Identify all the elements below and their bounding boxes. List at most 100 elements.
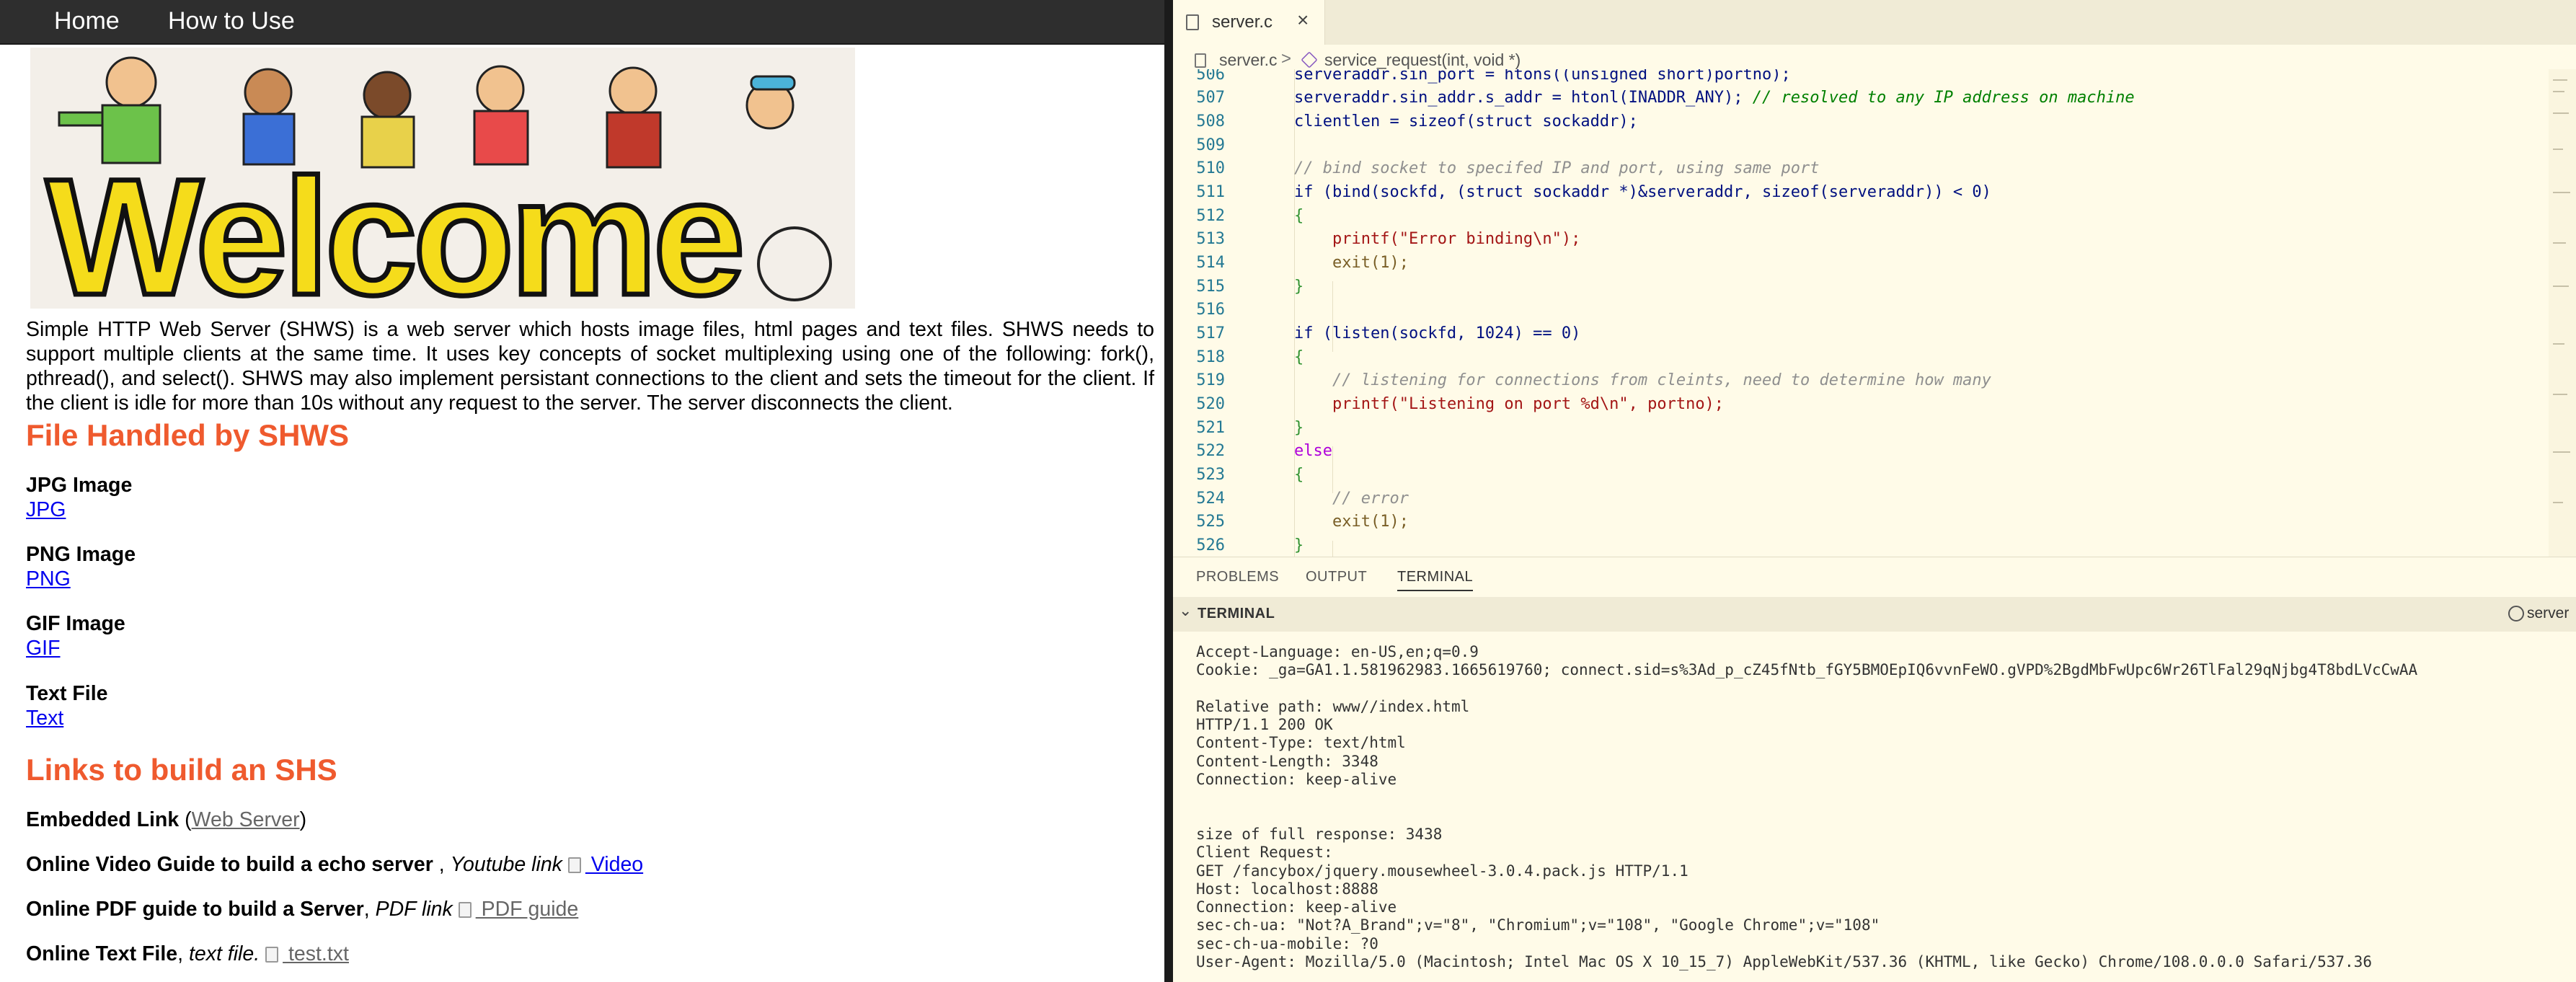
test-txt-link[interactable]: test.txt [265,942,349,965]
pdf-link-text: PDF guide [475,898,579,921]
chevron-down-icon[interactable]: ⌄ [1179,601,1192,620]
code-line: 518 { [1173,346,2557,370]
terminal-line: Client Request: [1196,844,1333,862]
line-number: 513 [1196,230,1225,248]
code-line: 513 printf("Error binding\n"); [1173,228,2557,252]
code-brace: } [1294,419,1304,437]
line-number: 515 [1196,278,1225,296]
file-text-title: Text File [26,682,108,705]
code-comment: // error [1332,490,1409,508]
top-navbar: Home How to Use [0,0,1164,45]
line-number: 525 [1196,513,1225,531]
file-text-link[interactable]: Text [26,707,63,730]
line-number: 514 [1196,254,1225,272]
code-line: 525 exit(1); [1173,510,2557,534]
code-text: if (listen(sockfd, 1024) == 0) [1294,324,1581,342]
terminal-line: sec-ch-ua: "Not?A_Brand";v="8", "Chromiu… [1196,916,1880,934]
terminal-line: Content-Length: 3348 [1196,752,1378,770]
video-guide-row: Online Video Guide to build a echo serve… [26,853,643,877]
window-divider[interactable] [1164,0,1173,982]
code-area[interactable]: 506 serveraddr.sin_port = htons((unsigned… [1173,69,2564,557]
editor-tab-bar: server.c × [1173,0,2576,45]
file-png-link[interactable]: PNG [26,567,71,591]
code-line: 524 // error [1173,487,2557,511]
code-brace: { [1294,466,1304,484]
line-number: 518 [1196,348,1225,366]
file-icon [1186,14,1199,30]
code-text: if (bind(sockfd, (struct sockaddr *)&ser… [1294,183,1991,201]
line-number: 523 [1196,466,1225,484]
tab-server-c[interactable]: server.c × [1173,0,1325,45]
line-number: 510 [1196,159,1225,177]
welcome-text: Welcome [46,144,741,309]
terminal-instance-label[interactable]: server [2527,605,2569,622]
breadcrumb-file[interactable]: server.c [1219,50,1278,70]
video-guide-label: Online Video Guide to build a echo serve… [26,853,433,876]
terminal-line: User-Agent: Mozilla/5.0 (Macintosh; Inte… [1196,953,2372,971]
pdf-guide-link[interactable]: PDF guide [458,898,579,921]
terminal-line: Cookie: _ga=GA1.1.581962983.1665619760; … [1196,661,2418,679]
code-line: 521} [1173,417,2557,441]
text-file-type: text file. [188,942,260,965]
line-number: 521 [1196,419,1225,437]
breadcrumb-symbol[interactable]: service_request(int, void *) [1324,50,1521,70]
code-line: 511 if (bind(sockfd, (struct sockaddr *)&… [1173,181,2557,205]
pdf-file-icon [458,902,472,918]
tab-output[interactable]: OUTPUT [1306,569,1367,585]
test-txt-link-text: test.txt [283,942,349,965]
code-text: serveraddr.sin_port = htons((unsigned sh… [1294,69,1791,84]
file-gif-title: GIF Image [26,612,125,635]
file-icon [1195,53,1206,68]
code-text: else [1294,442,1332,460]
intro-paragraph: Simple HTTP Web Server (SHWS) is a web s… [26,318,1154,415]
code-line: 514 exit(1); [1173,252,2557,275]
code-line: 510 // bind socket to specifed IP and por… [1173,157,2557,181]
minimap[interactable] [2549,69,2576,557]
code-comment: // bind socket to specifed IP and port, … [1294,159,1820,177]
line-number: 509 [1196,136,1225,154]
terminal-output[interactable]: Accept-Language: en-US,en;q=0.9 Cookie: … [1196,643,2566,971]
code-line: 517 if (listen(sockfd, 1024) == 0) [1173,322,2557,346]
line-number: 517 [1196,324,1225,342]
video-link-text: Video [585,853,644,876]
code-line: 508 clientlen = sizeof(struct sockaddr); [1173,110,2557,134]
files-heading: File Handled by SHWS [26,418,350,452]
code-brace: { [1294,348,1304,366]
embedded-link-label: Embedded Link [26,808,180,831]
terminal-line: Connection: keep-alive [1196,898,1397,916]
code-line: 523 { [1173,464,2557,487]
file-jpg-link[interactable]: JPG [26,498,66,522]
code-editor: server.c × server.c > service_request(in… [1173,0,2576,982]
code-text: exit(1); [1332,513,1409,531]
file-gif-link[interactable]: GIF [26,637,61,660]
code-text: printf("Listening on port %d\n", portno)… [1332,395,1725,413]
links-heading: Links to build an SHS [26,753,337,787]
tab-problems[interactable]: PROBLEMS [1196,569,1279,585]
line-number: 511 [1196,183,1225,201]
pdf-link-type: PDF link [375,898,453,921]
code-text: serveraddr.sin_addr.s_addr = htonl(INADD… [1294,87,2135,110]
video-link[interactable]: Video [567,853,644,876]
nav-how-to-use-link[interactable]: How to Use [168,7,295,35]
terminal-line: GET /fancybox/jquery.mousewheel-3.0.4.pa… [1196,862,1688,880]
line-number: 512 [1196,207,1225,225]
code-text: exit(1); [1332,254,1409,272]
terminal-line: Content-Type: text/html [1196,734,1406,752]
symbol-method-icon [1301,51,1318,68]
browser-page: Home How to Use Welcome Simple HTTP Web … [0,0,1164,982]
code-brace: } [1294,536,1304,554]
line-number: 506 [1196,69,1225,84]
file-jpg-title: JPG Image [26,474,133,497]
video-file-icon [567,857,581,873]
code-comment: // resolved to any IP address on machine [1752,89,2135,107]
pdf-guide-row: Online PDF guide to build a Server, PDF … [26,898,578,921]
code-line: 526} [1173,534,2557,557]
terminal-header: ⌄ TERMINAL server [1173,597,2576,632]
tab-terminal[interactable]: TERMINAL [1397,569,1474,591]
line-number: 526 [1196,536,1225,554]
code-line: 520 printf("Listening on port %d\n", port… [1173,393,2557,417]
file-png-title: PNG Image [26,543,136,566]
web-server-link[interactable]: Web Server [192,808,300,831]
nav-home-link[interactable]: Home [54,7,120,35]
close-icon[interactable]: × [1297,9,1309,32]
